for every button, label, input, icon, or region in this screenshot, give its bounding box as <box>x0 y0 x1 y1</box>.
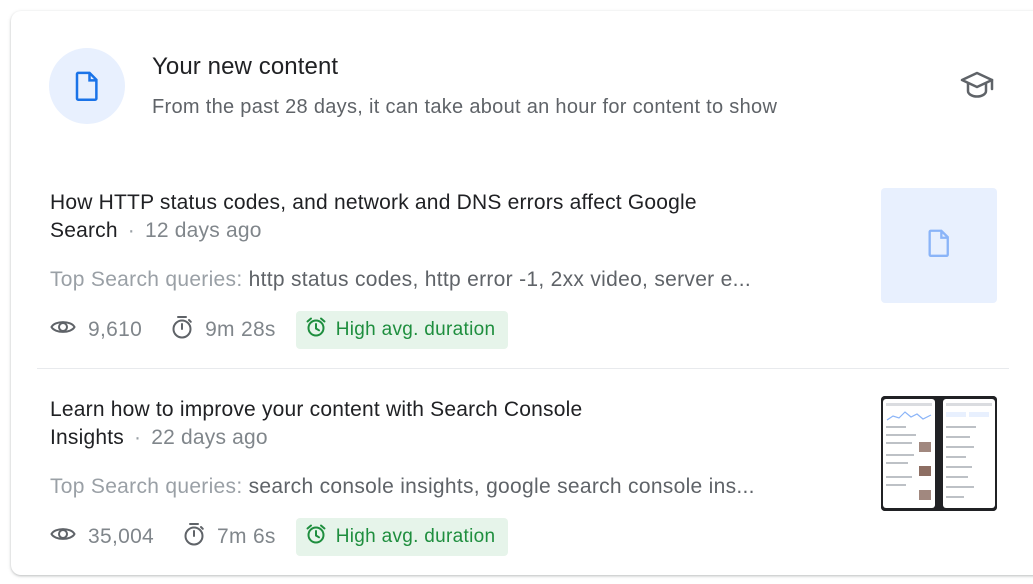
stopwatch-icon <box>183 522 217 552</box>
top-queries: Top Search queries: http status codes, h… <box>50 266 830 294</box>
header-document-icon <box>49 48 125 124</box>
alarm-clock-icon <box>305 316 336 344</box>
content-item-age: 22 days ago <box>151 426 268 449</box>
content-item-title-text[interactable]: Learn how to improve your content with S… <box>50 398 582 449</box>
document-icon <box>927 229 951 262</box>
eye-icon <box>50 318 88 342</box>
views-metric: 9,610 <box>50 318 142 342</box>
top-queries: Top Search queries: search console insig… <box>50 473 830 501</box>
duration-value: 7m 6s <box>217 525 276 548</box>
high-duration-badge: High avg. duration <box>295 518 509 556</box>
screenshot-preview-image <box>881 396 997 511</box>
top-queries-label: Top Search queries: <box>50 268 243 291</box>
duration-metric: 9m 28s <box>171 315 276 345</box>
card-title: Your new content <box>152 53 339 80</box>
content-metrics: 35,004 7m 6s High avg. duration <box>50 518 509 556</box>
content-thumbnail[interactable] <box>881 188 997 303</box>
stopwatch-icon <box>171 315 205 345</box>
badge-label: High avg. duration <box>335 319 496 340</box>
views-metric: 35,004 <box>50 525 154 549</box>
high-duration-badge: High avg. duration <box>295 311 509 349</box>
content-item-age: 12 days ago <box>144 219 262 242</box>
top-queries-label: Top Search queries: <box>50 475 243 498</box>
content-thumbnail-screenshot[interactable] <box>881 396 997 511</box>
graduation-cap-icon[interactable] <box>959 69 995 101</box>
card-subtitle: From the past 28 days, it can take about… <box>152 96 778 118</box>
separator-dot: · <box>133 426 142 449</box>
duration-value: 9m 28s <box>205 318 276 341</box>
item-divider <box>37 368 1009 369</box>
badge-label: High avg. duration <box>335 526 496 547</box>
new-content-card: Your new content From the past 28 days, … <box>11 11 1033 575</box>
top-queries-value: search console insights, google search c… <box>248 475 755 498</box>
top-queries-value: http status codes, http error -1, 2xx vi… <box>248 268 751 291</box>
views-count: 35,004 <box>88 525 155 548</box>
duration-metric: 7m 6s <box>183 522 276 552</box>
content-metrics: 9,610 9m 28s High avg. duration <box>50 311 509 349</box>
content-item-title[interactable]: Learn how to improve your content with S… <box>50 396 690 452</box>
alarm-clock-icon <box>305 523 336 551</box>
eye-icon <box>50 525 88 549</box>
content-item-title[interactable]: How HTTP status codes, and network and D… <box>50 189 810 245</box>
views-count: 9,610 <box>88 318 143 341</box>
separator-dot: · <box>127 219 135 242</box>
